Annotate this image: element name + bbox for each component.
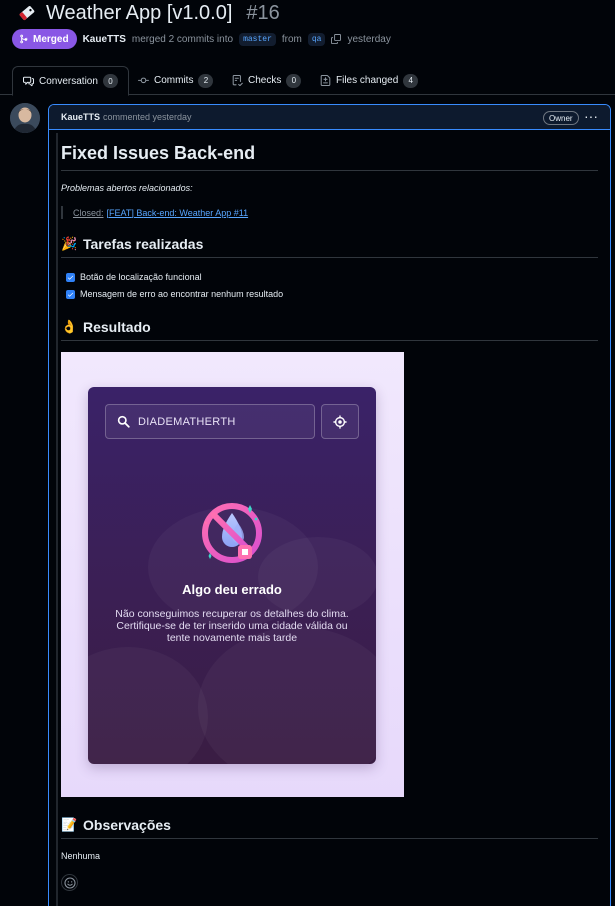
task-label: Mensagem de erro ao encontrar nenhum res… xyxy=(80,289,284,299)
commit-icon xyxy=(138,77,149,84)
party-popper-icon: 🎉 xyxy=(61,236,78,251)
comment-icon xyxy=(23,76,34,86)
comment-author[interactable]: KaueTTS xyxy=(61,112,100,122)
copy-icon[interactable] xyxy=(331,34,342,44)
result-heading: 👌 Resultado xyxy=(61,319,598,341)
from-text: from xyxy=(281,33,302,45)
error-message: Não conseguimos recuperar os detalhes do… xyxy=(115,608,349,644)
error-title: Algo deu errado xyxy=(182,582,282,597)
pr-title: Weather App [v1.0.0] xyxy=(46,1,233,24)
issue-link[interactable]: [FEAT] Back-end: Weather App #11 xyxy=(107,208,249,218)
cloud-shape xyxy=(258,537,376,617)
city-search-input[interactable]: DIADEMATHERTH xyxy=(105,404,315,439)
memo-icon: 📝 xyxy=(61,817,78,832)
tab-counter: 4 xyxy=(403,73,419,88)
owner-badge: Owner xyxy=(543,111,579,125)
search-value: DIADEMATHERTH xyxy=(138,415,236,428)
tab-label: Conversation xyxy=(39,75,98,87)
checks-icon xyxy=(232,75,243,86)
related-issues-label: Problemas abertos relacionados: xyxy=(61,183,193,193)
tab-label: Files changed xyxy=(336,75,399,86)
tab-counter: 2 xyxy=(198,73,214,88)
tasks-heading-text: Tarefas realizadas xyxy=(83,236,204,252)
merge-icon xyxy=(20,34,28,44)
head-branch[interactable]: qa xyxy=(307,32,326,46)
pr-number: #16 xyxy=(246,1,280,24)
tab-files-changed[interactable]: Files changed 4 xyxy=(320,66,419,95)
merged-label: Merged xyxy=(33,33,69,45)
weather-card: DIADEMATHERTH Algo deu errado Não conseg… xyxy=(88,387,376,764)
crosshair-icon xyxy=(333,414,347,429)
task-label: Botão de localização funcional xyxy=(80,272,202,282)
avatar[interactable] xyxy=(10,103,40,133)
result-screenshot[interactable]: DIADEMATHERTH Algo deu errado Não conseg… xyxy=(61,352,404,797)
task-item: Botão de localização funcional xyxy=(66,270,202,284)
file-diff-icon xyxy=(320,75,331,86)
pr-tabs: Conversation 0 Commits 2 Checks 0 Files … xyxy=(0,66,615,96)
notes-text: Nenhuma xyxy=(61,851,101,861)
base-branch[interactable]: master xyxy=(239,32,276,46)
merge-time: yesterday xyxy=(347,33,391,45)
merged-badge: Merged xyxy=(12,29,77,49)
closed-label: Closed: xyxy=(73,207,104,218)
merge-text: merged 2 commits into xyxy=(131,33,234,45)
tab-counter: 0 xyxy=(102,74,118,88)
add-reaction-button[interactable] xyxy=(61,874,78,891)
tab-counter: 0 xyxy=(286,73,302,88)
comment-action: commented yesterday xyxy=(103,112,192,122)
notes-heading: 📝 Observações xyxy=(61,817,598,839)
tag-icon xyxy=(16,2,38,24)
pr-author[interactable]: KaueTTS xyxy=(83,34,126,45)
cloud-shape xyxy=(88,647,208,764)
smiley-icon xyxy=(63,876,76,889)
result-heading-text: Resultado xyxy=(83,319,151,335)
no-weather-icon xyxy=(192,493,272,573)
task-item: Mensagem de erro ao encontrar nenhum res… xyxy=(66,287,283,301)
checkbox-checked-icon[interactable] xyxy=(66,272,75,282)
tasks-heading: 🎉 Tarefas realizadas xyxy=(61,236,598,258)
closed-issue-quote: Closed: [FEAT] Back-end: Weather App #11 xyxy=(61,206,248,219)
ok-hand-icon: 👌 xyxy=(61,319,78,334)
tab-conversation[interactable]: Conversation 0 xyxy=(12,66,129,96)
notes-heading-text: Observações xyxy=(83,817,171,833)
checkbox-checked-icon[interactable] xyxy=(66,289,75,299)
pr-meta: Merged KaueTTS merged 2 commits into mas… xyxy=(12,29,391,49)
location-button[interactable] xyxy=(321,404,359,439)
tab-label: Commits xyxy=(154,75,194,86)
search-icon xyxy=(117,415,130,428)
tab-checks[interactable]: Checks 0 xyxy=(232,66,302,95)
more-options-icon[interactable]: ··· xyxy=(584,108,598,124)
cloud-shape xyxy=(198,627,376,764)
pr-title-row: Weather App [v1.0.0] #16 xyxy=(16,0,280,26)
comment-header: KaueTTS commented yesterday xyxy=(49,105,610,130)
tab-label: Checks xyxy=(248,75,282,86)
tab-commits[interactable]: Commits 2 xyxy=(138,66,214,95)
comment-heading: Fixed Issues Back-end xyxy=(61,143,598,171)
